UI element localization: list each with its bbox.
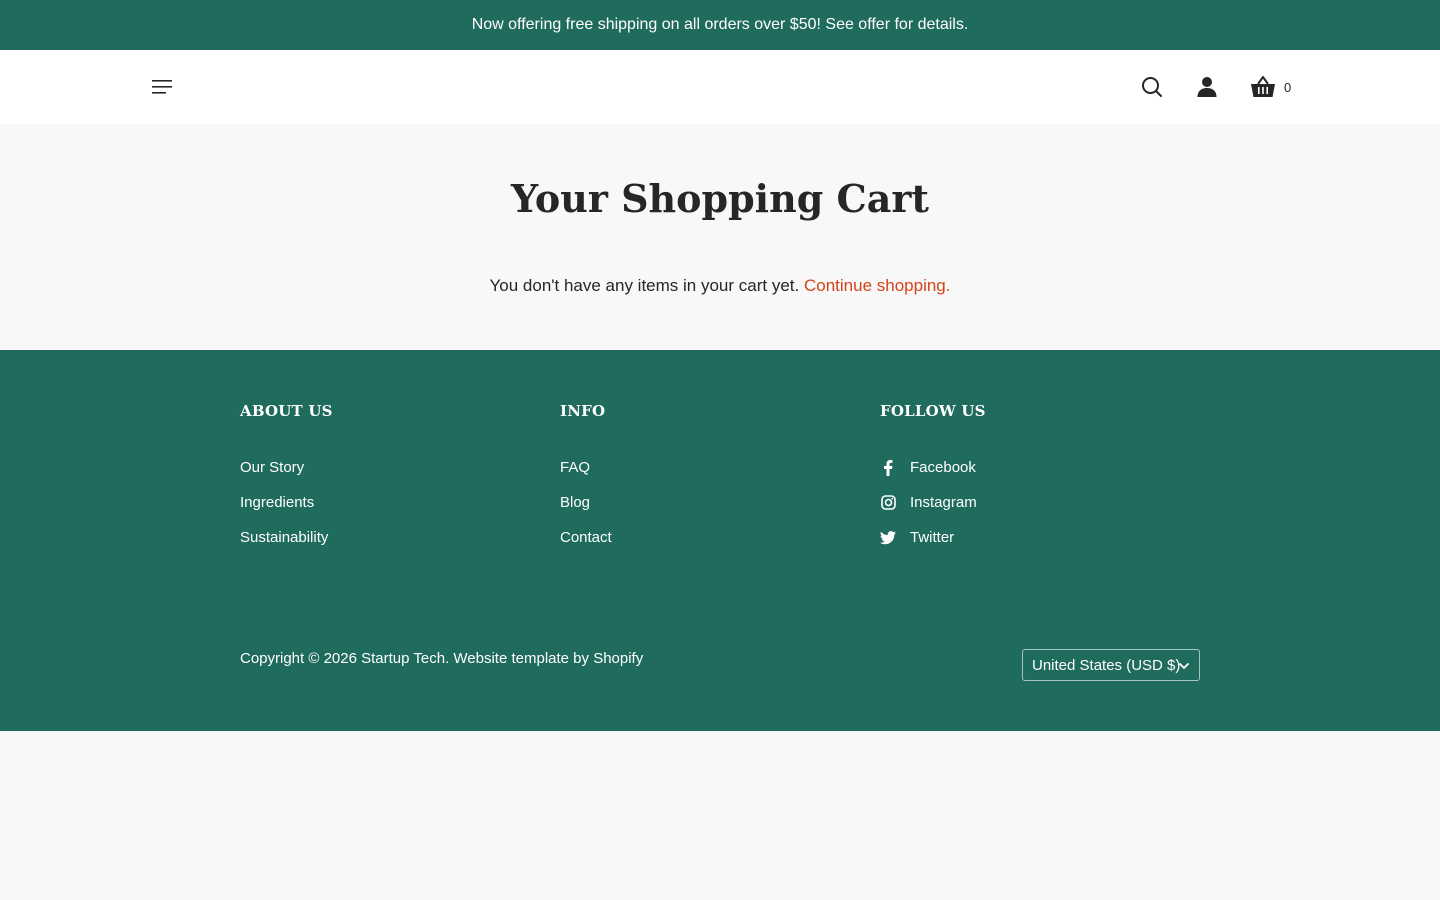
footer-link-facebook[interactable]: Facebook — [880, 450, 986, 485]
continue-shopping-link[interactable]: Continue shopping. — [804, 276, 951, 295]
footer-link-contact[interactable]: Contact — [560, 520, 612, 555]
footer-link-blog[interactable]: Blog — [560, 485, 612, 520]
twitter-icon — [880, 530, 896, 546]
instagram-icon — [880, 495, 896, 511]
footer-heading-info: INFO — [560, 402, 606, 420]
cart-basket-icon — [1250, 75, 1276, 99]
page-bottom-background — [0, 731, 1440, 900]
currency-selector-value: United States (USD $) — [1032, 656, 1181, 674]
footer-link-twitter[interactable]: Twitter — [880, 520, 986, 555]
footer-column-info: INFO FAQ Blog Contact — [560, 402, 612, 555]
announcement-text[interactable]: Now offering free shipping on all orders… — [472, 16, 969, 34]
footer-link-twitter-label: Twitter — [910, 529, 955, 546]
currency-selector[interactable]: United States (USD $) — [1022, 649, 1200, 681]
cart-button[interactable]: 0 — [1250, 75, 1291, 99]
footer-heading-about: ABOUT US — [240, 402, 333, 420]
copyright-text: Copyright © 2026 Startup Tech. Website t… — [240, 650, 644, 667]
site-footer: ABOUT US Our Story Ingredients Sustainab… — [0, 350, 1440, 731]
chevron-down-icon — [1178, 659, 1190, 671]
empty-cart-text: You don't have any items in your cart ye… — [489, 276, 800, 295]
footer-column-about: ABOUT US Our Story Ingredients Sustainab… — [240, 402, 333, 555]
footer-heading-follow: FOLLOW US — [880, 402, 986, 420]
footer-link-faq[interactable]: FAQ — [560, 450, 612, 485]
empty-cart-message: You don't have any items in your cart ye… — [0, 276, 1440, 296]
cart-main: Your Shopping Cart You don't have any it… — [0, 124, 1440, 350]
footer-link-instagram[interactable]: Instagram — [880, 485, 986, 520]
facebook-icon — [880, 459, 896, 476]
footer-column-follow: FOLLOW US Facebook Instagram Twitter — [880, 402, 986, 555]
footer-link-sustainability[interactable]: Sustainability — [240, 520, 333, 555]
site-header: 0 — [0, 50, 1440, 124]
search-icon[interactable] — [1140, 75, 1164, 99]
page-title: Your Shopping Cart — [511, 176, 929, 221]
account-icon[interactable] — [1195, 75, 1219, 99]
footer-link-facebook-label: Facebook — [910, 459, 976, 476]
cart-count: 0 — [1284, 79, 1292, 95]
announcement-bar: Now offering free shipping on all orders… — [0, 0, 1440, 50]
menu-icon[interactable] — [150, 75, 174, 99]
footer-link-ingredients[interactable]: Ingredients — [240, 485, 333, 520]
footer-link-instagram-label: Instagram — [910, 494, 977, 511]
footer-link-our-story[interactable]: Our Story — [240, 450, 333, 485]
